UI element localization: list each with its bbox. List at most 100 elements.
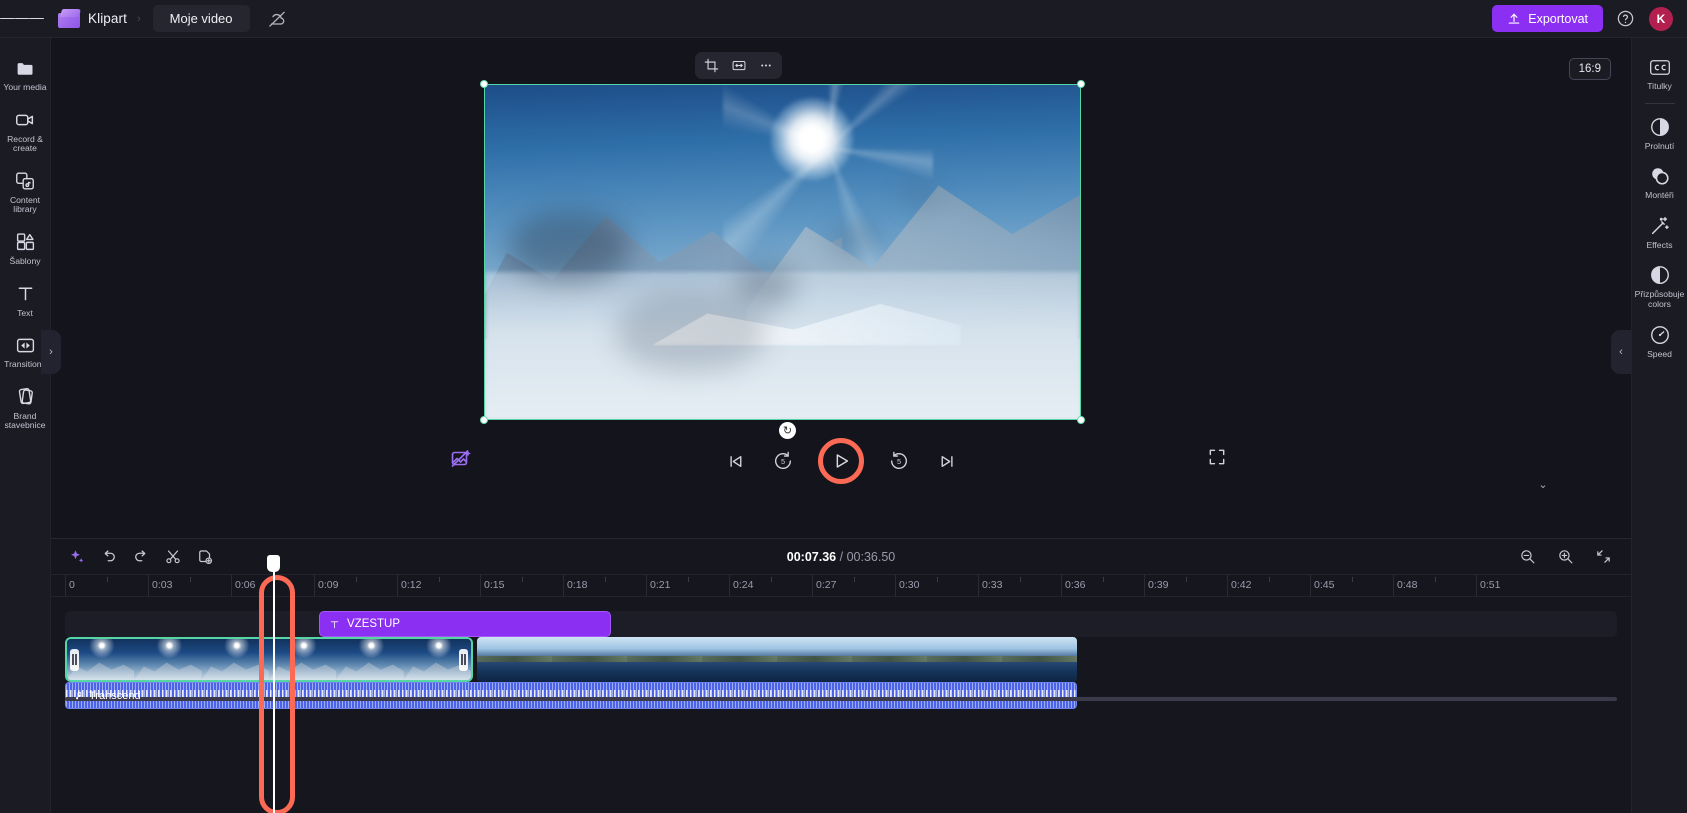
document-title-field[interactable]: Moje video: [152, 5, 250, 32]
resize-handle-top-left[interactable]: [480, 80, 488, 88]
folder-icon: [14, 57, 36, 79]
rotate-icon[interactable]: ↻: [779, 422, 796, 439]
brand-logo-group[interactable]: Klipart: [58, 8, 127, 29]
audio-clip-transcend[interactable]: Transcend: [65, 682, 1077, 709]
video-clip-lake[interactable]: [477, 637, 1077, 682]
zoom-in-icon[interactable]: [1553, 545, 1577, 569]
rewind-5-icon[interactable]: 5: [770, 448, 796, 474]
sidebar-item-brand-kit[interactable]: Brand stavebnice: [0, 377, 51, 438]
playhead-knob[interactable]: [267, 555, 280, 572]
right-sidebar-collapse-button[interactable]: ‹: [1611, 330, 1631, 374]
sidebar-item-sablony[interactable]: Šablony: [0, 222, 51, 274]
filters-icon: [1649, 165, 1671, 187]
user-avatar[interactable]: K: [1649, 6, 1673, 31]
sidebar-item-monteri[interactable]: Montéři: [1632, 157, 1687, 207]
fit-to-frame-icon[interactable]: [726, 55, 751, 77]
resize-handle-bottom-right[interactable]: [1077, 416, 1085, 424]
sidebar-label: Effects: [1646, 239, 1673, 250]
sparkle-ai-icon[interactable]: [65, 545, 89, 569]
hamburger-menu-icon[interactable]: [0, 0, 45, 38]
brand-kit-icon: [14, 386, 36, 408]
scissors-split-icon[interactable]: [161, 545, 185, 569]
sidebar-label: Titulky: [1647, 81, 1672, 91]
closed-captions-icon: [1649, 56, 1671, 78]
skip-previous-icon[interactable]: [722, 448, 748, 474]
fit-timeline-icon[interactable]: [1591, 545, 1615, 569]
blur-region-2: [615, 292, 766, 373]
sidebar-item-effects[interactable]: Effects: [1632, 207, 1687, 257]
templates-grid-icon: [14, 231, 36, 253]
play-button[interactable]: [818, 438, 864, 484]
right-sidebar: Titulky Prolnutí Montéři Effects Přizpůs…: [1631, 38, 1687, 813]
sidebar-label: Record & create: [7, 133, 43, 154]
ruler-tick: 0:09: [318, 579, 339, 591]
header-actions: Exportovat K: [1492, 5, 1687, 32]
sidebar-label: Montéři: [1645, 190, 1674, 201]
sidebar-item-content-library[interactable]: Content library: [0, 161, 51, 222]
svg-text:5: 5: [781, 457, 785, 466]
ruler-tick: 0:51: [1480, 579, 1501, 591]
sidebar-item-your-media[interactable]: Your media: [0, 48, 51, 100]
ruler-tick: 0:33: [982, 579, 1003, 591]
cloud-off-icon[interactable]: [266, 8, 288, 30]
magic-wand-icon: [1649, 215, 1671, 237]
aspect-ratio-button[interactable]: 16:9: [1568, 58, 1611, 80]
text-clip-vzestup[interactable]: VZESTUP: [319, 611, 611, 637]
sidebar-item-speed[interactable]: Speed: [1632, 316, 1687, 366]
resize-handle-top-right[interactable]: [1077, 80, 1085, 88]
export-button[interactable]: Exportovat: [1492, 5, 1603, 32]
help-circle-icon[interactable]: [1616, 9, 1636, 29]
transitions-icon: [14, 334, 36, 356]
sidebar-item-prolnuti[interactable]: Prolnutí: [1632, 108, 1687, 158]
blur-region-5: [901, 185, 936, 208]
forward-5-icon[interactable]: 5: [886, 448, 912, 474]
preview-stage: 16:9 ↻ 5 5 ⌄: [51, 38, 1631, 538]
blur-region-3: [734, 265, 795, 308]
sidebar-item-titulky[interactable]: Titulky: [1632, 48, 1687, 98]
more-horizontal-icon[interactable]: [753, 55, 778, 77]
timeline-tools-left: [51, 545, 217, 569]
sidebar-item-text[interactable]: Text: [0, 274, 51, 326]
klipart-logo-icon: [58, 8, 82, 29]
clip-trim-handle-left[interactable]: [70, 648, 79, 671]
sidebar-divider: [1644, 102, 1675, 104]
timeline-tracks: VZESTUP Transcend: [51, 555, 1631, 813]
preview-float-toolbar: [695, 52, 782, 79]
sidebar-item-record-create[interactable]: Record & create: [0, 100, 51, 161]
fullscreen-icon[interactable]: [1207, 447, 1233, 473]
text-track-lane[interactable]: [65, 611, 1617, 637]
clip-trim-handle-right[interactable]: [459, 648, 468, 671]
video-camera-icon: [14, 109, 36, 131]
sidebar-label: Text: [17, 307, 33, 318]
timeline-horizontal-scrollbar[interactable]: [65, 697, 1617, 701]
adjust-colors-icon: [1649, 264, 1671, 286]
app-header: Klipart › Moje video Exportovat K: [0, 0, 1687, 38]
chevron-right-icon: ›: [49, 346, 53, 358]
crop-icon[interactable]: [699, 55, 724, 77]
ruler-tick: 0:30: [899, 579, 920, 591]
timecode-display: 00:07.36 / 00:36.50: [51, 550, 1631, 564]
left-sidebar-collapse-button[interactable]: ›: [41, 330, 61, 374]
collapse-timeline-button[interactable]: ⌄: [1527, 475, 1559, 493]
sidebar-item-adjust-colors[interactable]: Přizpůsobuje colors: [1632, 256, 1687, 315]
undo-icon[interactable]: [97, 545, 121, 569]
video-clip-mountain[interactable]: [65, 637, 473, 682]
sidebar-label: Speed: [1647, 348, 1672, 359]
timeline-ruler[interactable]: 0 0:03 0:06 0:09 0:12 0:15 0:18 0:21 0:2: [51, 575, 1631, 597]
duplicate-icon[interactable]: [193, 545, 217, 569]
skip-next-icon[interactable]: [934, 448, 960, 474]
ruler-tick: 0:27: [816, 579, 837, 591]
resize-handle-bottom-left[interactable]: [480, 416, 488, 424]
blur-region-4: [830, 225, 877, 256]
current-time: 00:07.36: [786, 549, 837, 564]
ruler-tick: 0:42: [1231, 579, 1252, 591]
zoom-out-icon[interactable]: [1515, 545, 1539, 569]
redo-icon[interactable]: [129, 545, 153, 569]
ruler-tick: 0:45: [1314, 579, 1335, 591]
sidebar-label: Content library: [9, 194, 41, 215]
playhead-line[interactable]: [273, 561, 275, 813]
text-t-icon: [329, 619, 340, 630]
video-preview-canvas[interactable]: [484, 84, 1081, 420]
speedometer-icon: [1649, 324, 1671, 346]
ruler-tick: 0:18: [567, 579, 588, 591]
